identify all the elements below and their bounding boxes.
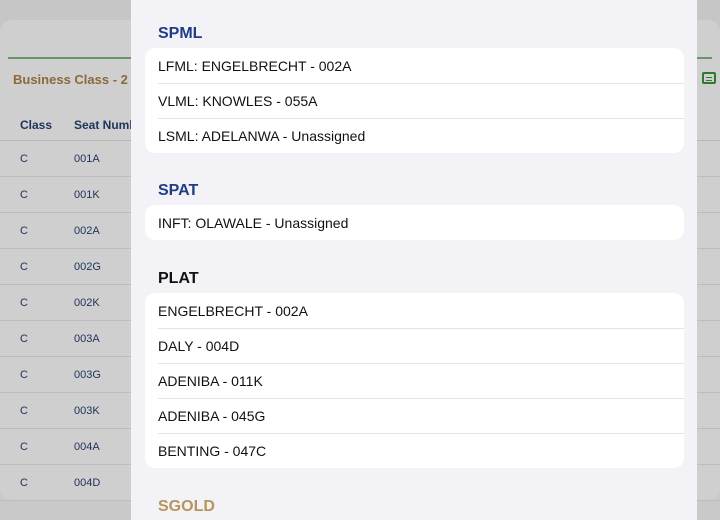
list-item[interactable]: BENTING - 047C	[145, 433, 684, 468]
cell-class: C	[20, 225, 28, 237]
cell-class: C	[20, 441, 28, 453]
list-item[interactable]: LFML: ENGELBRECHT - 002A	[145, 48, 684, 83]
section-title-spat: SPAT	[158, 182, 199, 199]
list-item[interactable]: ADENIBA - 045G	[145, 398, 684, 433]
column-header-class: Class	[20, 118, 53, 132]
cell-class: C	[20, 189, 28, 201]
cell-seat: 004D	[74, 477, 101, 489]
cell-seat: 001A	[74, 153, 100, 165]
cell-class: C	[20, 333, 28, 345]
list-item[interactable]: DALY - 004D	[145, 328, 684, 363]
list-item[interactable]: LSML: ADELANWA - Unassigned	[145, 118, 684, 153]
list-item[interactable]: VLML: KNOWLES - 055A	[145, 83, 684, 118]
cell-seat: 002K	[74, 297, 100, 309]
cell-class: C	[20, 261, 28, 273]
cell-seat: 002G	[74, 261, 101, 273]
cell-seat: 004A	[74, 441, 100, 453]
cell-class: C	[20, 369, 28, 381]
section-title-sgold: SGOLD	[158, 498, 215, 515]
cell-class: C	[20, 297, 28, 309]
document-icon[interactable]	[702, 72, 716, 84]
column-header-seat: Seat Numb	[74, 118, 137, 132]
cell-class: C	[20, 405, 28, 417]
group-spat: INFT: OLAWALE - Unassigned	[145, 205, 684, 240]
cell-class: C	[20, 153, 28, 165]
list-item[interactable]: INFT: OLAWALE - Unassigned	[145, 205, 684, 240]
section-title: Business Class - 2	[13, 72, 128, 87]
group-spml: LFML: ENGELBRECHT - 002A VLML: KNOWLES -…	[145, 48, 684, 153]
section-title-plat: PLAT	[158, 270, 199, 287]
cell-seat: 002A	[74, 225, 100, 237]
section-title-spml: SPML	[158, 25, 203, 42]
cell-seat: 003G	[74, 369, 101, 381]
cell-seat: 001K	[74, 189, 100, 201]
list-item[interactable]: ADENIBA - 011K	[145, 363, 684, 398]
cell-seat: 003K	[74, 405, 100, 417]
cell-class: C	[20, 477, 28, 489]
group-plat: ENGELBRECHT - 002A DALY - 004D ADENIBA -…	[145, 293, 684, 468]
cell-seat: 003A	[74, 333, 100, 345]
list-item[interactable]: ENGELBRECHT - 002A	[145, 293, 684, 328]
special-services-sheet: SPML LFML: ENGELBRECHT - 002A VLML: KNOW…	[131, 0, 697, 520]
